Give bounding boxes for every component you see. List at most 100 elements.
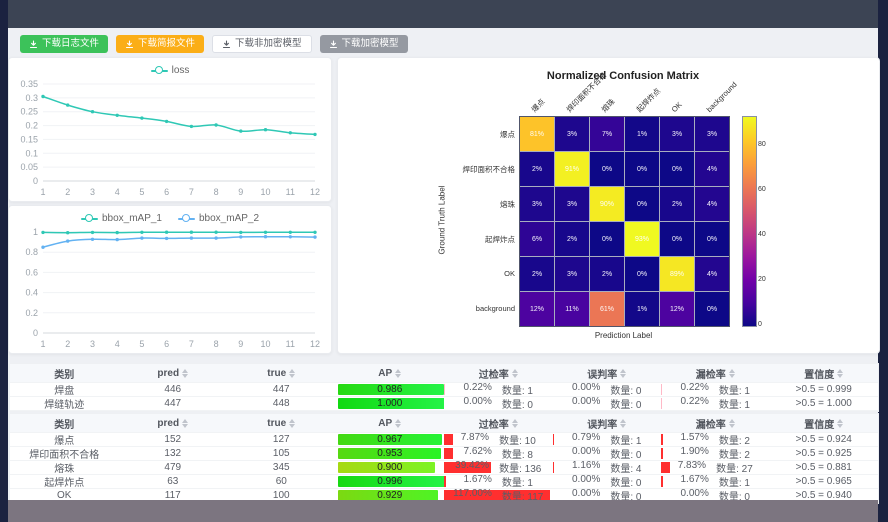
table-header-row: 类别predtrueAP过检率 误判率 漏检率置信度 <box>10 364 878 383</box>
rate-count: 数量: 10 <box>499 433 536 446</box>
y-axis-label: Ground Truth Label <box>438 186 447 255</box>
rate-bar <box>444 448 453 459</box>
map-chart: 00.20.40.60.81123456789101112 <box>9 206 331 356</box>
heatmap-cell: 2% <box>590 257 624 291</box>
svg-text:1: 1 <box>40 339 45 349</box>
download-encrypted-model-button[interactable]: 下载加密模型 <box>320 35 408 53</box>
sort-caret-icon[interactable] <box>512 419 518 428</box>
column-header-over-rate[interactable]: 过检率 <box>444 364 553 382</box>
rate-percent: 0.00% <box>572 447 600 460</box>
sort-caret-icon[interactable] <box>620 369 626 378</box>
sort-caret-icon[interactable] <box>729 369 735 378</box>
sort-caret-icon[interactable] <box>620 419 626 428</box>
table-header-row: 类别predtrueAP过检率误判率漏检率置信度 <box>10 414 878 433</box>
svg-text:0.15: 0.15 <box>20 134 38 144</box>
download-log-button[interactable]: 下载日志文件 <box>20 35 108 53</box>
column-header-category: 类别 <box>10 364 119 382</box>
sort-caret-icon[interactable] <box>289 419 295 428</box>
rate-percent: 0.00% <box>572 397 600 410</box>
rate-percent: 0.00% <box>464 397 492 410</box>
sort-caret-icon[interactable] <box>182 419 188 428</box>
confidence-cell: >0.5 = 0.881 <box>770 461 879 474</box>
column-header-miss-rate[interactable]: 漏检率 <box>661 364 770 382</box>
confidence-cell: >0.5 = 0.924 <box>770 433 879 446</box>
legend-item[interactable]: bbox_mAP_2 <box>178 213 259 224</box>
ap-value: 0.900 <box>377 462 402 473</box>
colorbar-tick-label: 0 <box>758 321 762 328</box>
legend-label: bbox_mAP_1 <box>102 213 162 224</box>
column-header-confidence[interactable]: 置信度 <box>770 364 879 382</box>
heatmap-cell: 0% <box>590 222 624 256</box>
table-row: 熔珠4793450.90039.42%数量: 1361.16%数量: 47.83… <box>10 461 878 475</box>
column-header-over-rate[interactable]: 过检率 <box>444 414 553 432</box>
legend-item[interactable]: bbox_mAP_1 <box>81 213 162 224</box>
sort-caret-icon[interactable] <box>395 419 401 428</box>
download-unencrypted-model-button[interactable]: 下载非加密模型 <box>212 35 312 53</box>
svg-text:3: 3 <box>90 339 95 349</box>
sort-caret-icon[interactable] <box>289 369 295 378</box>
rate-count: 数量: 1 <box>610 433 641 446</box>
svg-text:0: 0 <box>33 328 38 338</box>
sort-caret-icon[interactable] <box>512 369 518 378</box>
column-header-label: 误判率 <box>587 366 617 381</box>
svg-text:5: 5 <box>139 187 144 197</box>
svg-text:12: 12 <box>310 187 320 197</box>
svg-text:1: 1 <box>33 227 38 237</box>
top-header-bar <box>8 0 878 28</box>
column-header-miss-rate[interactable]: 漏检率 <box>661 414 770 432</box>
download-report-button[interactable]: 下载简报文件 <box>116 35 204 53</box>
confidence-cell: >0.5 = 0.965 <box>770 475 879 488</box>
rate-count: 数量: 4 <box>610 461 641 474</box>
column-header-label: 漏检率 <box>696 416 726 431</box>
rate-cell: 1.67%数量: 1 <box>661 475 770 488</box>
heatmap-cell: 1% <box>625 117 659 151</box>
sort-caret-icon[interactable] <box>395 369 401 378</box>
column-header-confidence[interactable]: 置信度 <box>770 414 879 432</box>
heatmap-cell: 2% <box>520 152 554 186</box>
sort-caret-icon[interactable] <box>182 369 188 378</box>
column-header-pred[interactable]: pred <box>119 414 228 432</box>
category-cell: 熔珠 <box>10 461 119 474</box>
y-tick-label: background <box>441 304 515 313</box>
heatmap-cell: 0% <box>660 152 694 186</box>
column-header-misjudge-rate[interactable]: 误判率 <box>553 414 662 432</box>
column-header-misjudge-rate[interactable]: 误判率 <box>553 364 662 382</box>
rate-percent: 39.42% <box>455 461 489 474</box>
column-header-pred[interactable]: pred <box>119 364 228 382</box>
column-header-ap[interactable]: AP <box>336 414 445 432</box>
svg-text:2: 2 <box>65 187 70 197</box>
heatmap-cell: 81% <box>520 117 554 151</box>
svg-text:2: 2 <box>65 339 70 349</box>
svg-text:6: 6 <box>164 339 169 349</box>
svg-text:9: 9 <box>238 339 243 349</box>
confidence-cell: >0.5 = 0.925 <box>770 447 879 460</box>
rate-cell: 1.16%数量: 4 <box>553 461 662 474</box>
column-header-true[interactable]: true <box>227 414 336 432</box>
confusion-matrix-card: Normalized Confusion Matrix 81%3%7%1%3%3… <box>337 57 880 354</box>
heatmap-cell: 0% <box>625 187 659 221</box>
table-row: 起焊炸点63600.9961.67%数量: 10.00%数量: 01.67%数量… <box>10 475 878 489</box>
svg-text:10: 10 <box>260 339 270 349</box>
map-chart-legend: bbox_mAP_1 bbox_mAP_2 <box>9 213 331 224</box>
results-table-1: 类别predtrueAP过检率误判率漏检率置信度焊盘4464470.9860.2… <box>9 363 879 412</box>
rate-bar <box>444 434 453 445</box>
svg-text:9: 9 <box>238 187 243 197</box>
download-icon <box>329 40 338 49</box>
svg-text:0.3: 0.3 <box>25 93 38 103</box>
sort-caret-icon[interactable] <box>837 419 843 428</box>
rate-bar <box>661 476 663 487</box>
rate-percent: 0.22% <box>681 383 709 396</box>
rate-cell: 1.57%数量: 2 <box>661 433 770 446</box>
rate-percent: 0.79% <box>572 433 600 446</box>
column-header-true[interactable]: true <box>227 364 336 382</box>
pred-cell: 479 <box>119 461 228 474</box>
heatmap-cell: 0% <box>695 292 729 326</box>
legend-item[interactable]: loss <box>151 65 190 76</box>
sort-caret-icon[interactable] <box>837 369 843 378</box>
rate-cell: 0.79% 数量: 1 <box>553 433 662 446</box>
rate-cell: 1.67%数量: 1 <box>444 475 553 488</box>
column-header-ap[interactable]: AP <box>336 364 445 382</box>
sort-caret-icon[interactable] <box>729 419 735 428</box>
svg-text:0: 0 <box>33 176 38 186</box>
loss-chart-card: loss 00.050.10.150.20.250.30.35123456789… <box>8 57 332 202</box>
